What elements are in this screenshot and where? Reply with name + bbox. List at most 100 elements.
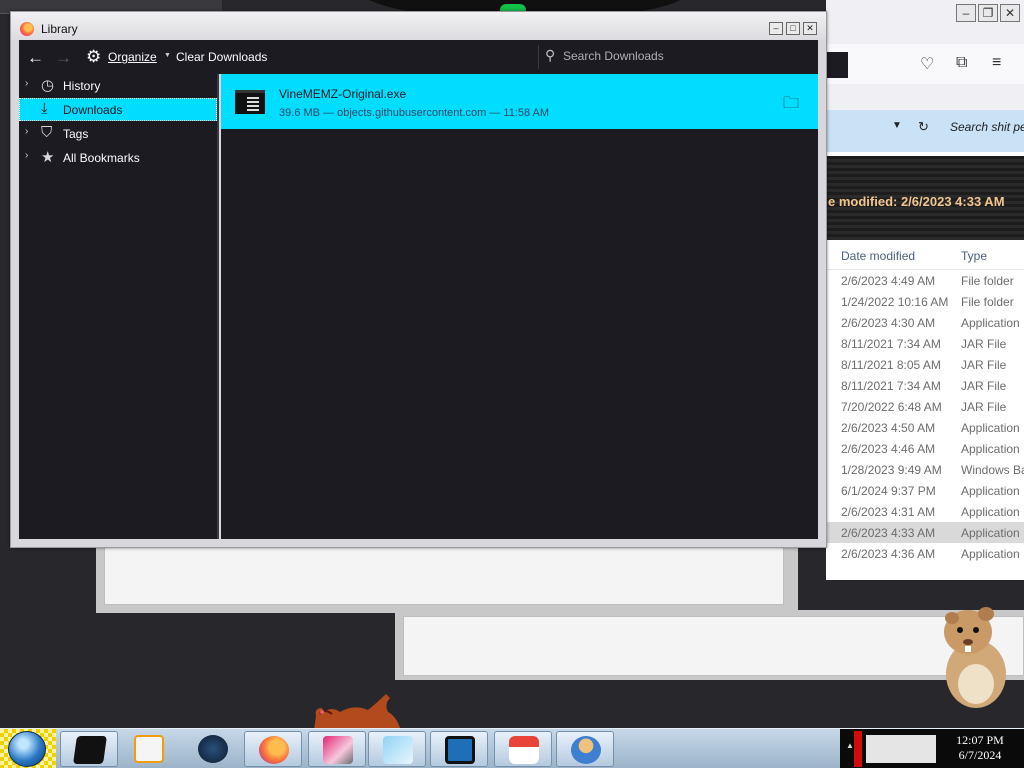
sidebar-item-label: Downloads (63, 103, 123, 117)
search-input[interactable] (563, 49, 803, 63)
column-headers: Date modified Type (826, 240, 1024, 270)
download-item[interactable]: VineMEMZ-Original.exe 39.6 MB — objects.… (221, 74, 818, 129)
search-box: ⚲ (538, 45, 818, 69)
file-date-modified: 8/11/2021 7:34 AM (841, 337, 941, 351)
deer-sticker-image (314, 694, 400, 730)
forward-arrow-icon[interactable]: → (55, 48, 72, 68)
chevron-down-icon: ▼ (164, 52, 171, 59)
taskbar-steam[interactable] (184, 731, 242, 767)
clear-downloads-button[interactable]: Clear Downloads (176, 50, 267, 64)
steam-icon (198, 735, 228, 763)
sidebar-item-all-bookmarks[interactable]: › ★ All Bookmarks (19, 146, 217, 169)
gear-icon[interactable]: ⚙ (86, 47, 101, 67)
file-row[interactable]: 2/6/2023 4:49 AM File folder (826, 270, 1024, 291)
explorer-details-banner: e modified: 2/6/2023 4:33 AM (826, 156, 1024, 240)
terminal-icon (73, 736, 107, 764)
file-date-modified: 8/11/2021 7:34 AM (841, 379, 941, 393)
file-date-modified: 2/6/2023 4:50 AM (841, 421, 936, 435)
executable-file-icon (235, 90, 265, 114)
explorer-search[interactable]: Search shit pe (950, 120, 1024, 134)
refresh-icon[interactable]: ↻ (918, 119, 929, 135)
close-icon[interactable]: ✕ (1000, 4, 1020, 22)
file-row[interactable]: 8/11/2021 8:05 AM JAR File (826, 354, 1024, 375)
sidebar-item-label: History (63, 79, 101, 93)
file-row[interactable]: 1/24/2022 10:16 AM File folder (826, 291, 1024, 312)
file-date-modified: 2/6/2023 4:30 AM (841, 316, 936, 330)
minimize-icon[interactable]: – (956, 4, 976, 22)
file-row[interactable]: 2/6/2023 4:50 AM Application (826, 417, 1024, 438)
file-row[interactable]: 1/28/2023 9:49 AM Windows Ba (826, 459, 1024, 480)
library-toolbar: ← → ⚙ Organize ▼ Clear Downloads ⚲ (19, 40, 818, 74)
sidebar-item-history[interactable]: › ◷ History (19, 74, 217, 97)
file-type: JAR File (961, 337, 1007, 351)
clock-icon: ◷ (41, 77, 55, 94)
tray-expand-icon[interactable]: ▲ (846, 741, 854, 750)
sidebar-item-label: Tags (63, 127, 89, 141)
library-titlebar[interactable]: Library – □ ✕ (11, 12, 826, 40)
file-type: Application (961, 316, 1020, 330)
search-icon: ⚲ (545, 47, 556, 63)
file-type: Application (961, 505, 1020, 519)
menu-icon[interactable]: ≡ (992, 54, 1001, 72)
library-sidebar: › ◷ History ⤓ Downloads › ⛉ Tags › ★ All… (19, 74, 219, 539)
sidebar-item-downloads[interactable]: ⤓ Downloads (19, 98, 217, 121)
file-date-modified: 2/6/2023 4:46 AM (841, 442, 936, 456)
file-date-modified: 6/1/2024 9:37 PM (841, 484, 936, 498)
minimize-button[interactable]: – (769, 22, 783, 35)
expand-chevron-icon[interactable]: › (25, 150, 28, 161)
file-row[interactable]: 2/6/2023 4:46 AM Application (826, 438, 1024, 459)
download-filename: VineMEMZ-Original.exe (279, 87, 407, 101)
file-type: JAR File (961, 379, 1007, 393)
downloads-list: VineMEMZ-Original.exe 39.6 MB — objects.… (221, 74, 818, 539)
sidebar-item-label: All Bookmarks (63, 151, 140, 165)
background-explorer-window: ▼ ↻ Search shit pe e modified: 2/6/2023 … (826, 110, 1024, 580)
file-type: JAR File (961, 358, 1007, 372)
java-icon (509, 736, 539, 764)
file-type: Application (961, 484, 1020, 498)
file-row[interactable]: 8/11/2021 7:34 AM JAR File (826, 375, 1024, 396)
window-title: Library (41, 22, 78, 36)
file-type: Application (961, 547, 1020, 561)
star-icon: ★ (41, 149, 55, 166)
sidebar-item-tags[interactable]: › ⛉ Tags (19, 122, 217, 145)
tag-icon: ⛉ (41, 124, 53, 141)
start-button[interactable] (0, 729, 56, 768)
column-type[interactable]: Type (961, 249, 987, 263)
network-icon[interactable] (866, 735, 936, 763)
dropdown-arrow-icon[interactable]: ▼ (892, 120, 902, 131)
open-folder-icon[interactable]: 🗀 (783, 92, 799, 119)
file-row[interactable]: 2/6/2023 4:31 AM Application (826, 501, 1024, 522)
background-dialog-2 (395, 610, 1024, 680)
maximize-button[interactable]: □ (786, 22, 800, 35)
file-row[interactable]: 6/1/2024 9:37 PM Application (826, 480, 1024, 501)
taskbar-firefox[interactable] (244, 731, 302, 767)
file-row[interactable]: 7/20/2022 6:48 AM JAR File (826, 396, 1024, 417)
file-row[interactable]: 8/11/2021 7:34 AM JAR File (826, 333, 1024, 354)
file-row[interactable]: 2/6/2023 4:33 AM Application (826, 522, 1024, 543)
expand-chevron-icon[interactable]: › (25, 78, 28, 89)
back-arrow-icon[interactable]: ← (27, 48, 44, 68)
file-row[interactable]: 2/6/2023 4:30 AM Application (826, 312, 1024, 333)
windows-orb-icon (8, 731, 46, 767)
file-type: Application (961, 442, 1020, 456)
taskbar-notepad[interactable] (368, 731, 426, 767)
clock[interactable]: 12:07 PM 6/7/2024 (936, 733, 1024, 763)
pocket-icon[interactable]: ♡ (920, 54, 934, 74)
taskbar-user-admin[interactable] (556, 731, 614, 767)
close-button[interactable]: ✕ (803, 22, 817, 35)
file-type: Windows Ba (961, 463, 1024, 477)
expand-chevron-icon[interactable]: › (25, 126, 28, 137)
extensions-icon[interactable]: ⧉ (956, 54, 967, 72)
taskbar-terminal[interactable] (60, 731, 118, 767)
file-row[interactable]: 2/6/2023 4:36 AM Application (826, 543, 1024, 564)
file-date-modified: 8/11/2021 8:05 AM (841, 358, 941, 372)
media-player-icon (134, 735, 164, 763)
taskbar-remote-desktop[interactable] (430, 731, 488, 767)
organize-button[interactable]: Organize (108, 50, 157, 64)
taskbar-media-player[interactable] (120, 731, 178, 767)
file-date-modified: 2/6/2023 4:49 AM (841, 274, 936, 288)
restore-icon[interactable]: ❐ (978, 4, 998, 22)
taskbar-paint[interactable] (308, 731, 366, 767)
column-date-modified[interactable]: Date modified (841, 249, 915, 263)
taskbar-java[interactable] (494, 731, 552, 767)
